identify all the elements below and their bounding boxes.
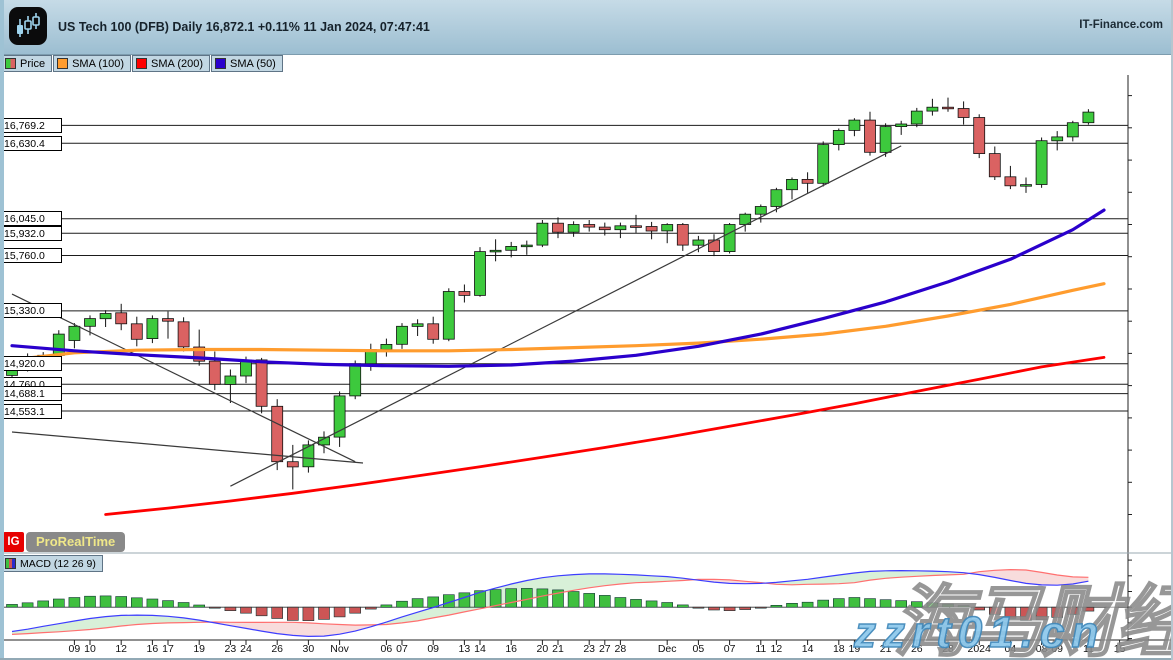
time-axis-label: 30 <box>303 643 315 655</box>
legend-chip-label: SMA (50) <box>230 58 276 70</box>
window-border-left <box>0 0 4 660</box>
time-axis-label: 11 <box>755 643 766 655</box>
price-chart-plot[interactable] <box>0 75 1128 530</box>
sma100-swatch-icon <box>57 58 68 69</box>
legend-chip-label: SMA (200) <box>151 58 203 70</box>
time-axis-label: 07 <box>724 643 736 655</box>
time-axis-label: 20 <box>537 643 549 655</box>
time-axis-label: 09 <box>69 643 81 655</box>
price-level-label: 15,760.0 <box>0 248 62 263</box>
time-axis-label: 19 <box>193 643 205 655</box>
time-axis-label: 19 <box>849 643 861 655</box>
time-axis-label: 27 <box>599 643 611 655</box>
macd-legend-label: MACD (12 26 9) <box>20 558 96 570</box>
time-axis-label: 2024 <box>968 643 991 655</box>
time-axis-label: 28 <box>615 643 627 655</box>
time-axis-label: 09 <box>1051 643 1063 655</box>
time-axis-label: Nov <box>330 643 349 655</box>
price-level-label: 14,688.1 <box>0 386 62 401</box>
time-axis-label: 21 <box>552 643 564 655</box>
time-axis-label: 17 <box>162 643 174 655</box>
price-swatch-icon <box>5 58 16 69</box>
legend-chip-label: SMA (100) <box>72 58 124 70</box>
time-axis-label: 12 <box>771 643 783 655</box>
sma50-swatch-icon <box>215 58 226 69</box>
time-axis[interactable]: 09101216171923242630Nov06070913141620212… <box>0 640 1173 659</box>
time-axis-label: 21 <box>880 643 892 655</box>
title-bar: US Tech 100 (DFB) Daily 16,872.1 +0.11% … <box>0 0 1173 55</box>
sma200-swatch-icon <box>136 58 147 69</box>
time-axis-label: 23 <box>583 643 595 655</box>
time-axis-label: 05 <box>693 643 705 655</box>
chart-window: US Tech 100 (DFB) Daily 16,872.1 +0.11% … <box>0 0 1173 660</box>
price-level-label: 16,045.0 <box>0 211 62 226</box>
time-axis-label: 14 <box>474 643 486 655</box>
time-axis-label: 24 <box>240 643 252 655</box>
time-axis-label: 26 <box>271 643 283 655</box>
time-axis-label: 09 <box>427 643 439 655</box>
legend-chip-sma200[interactable]: SMA (200) <box>132 55 210 72</box>
time-axis-label: 16 <box>147 643 159 655</box>
macd-swatch-icon <box>5 558 16 569</box>
indicator-legend: Price SMA (100) SMA (200) SMA (50) <box>1 55 284 72</box>
time-axis-label: 07 <box>396 643 408 655</box>
price-level-label: 14,920.0 <box>0 356 62 371</box>
legend-chip-label: Price <box>20 58 45 70</box>
macd-plot[interactable] <box>0 557 1128 648</box>
price-axis[interactable]: 17,00016,50016,00015,50015,00014,50014,0… <box>1128 75 1173 640</box>
time-axis-label: 16 <box>505 643 517 655</box>
time-axis-label: 23 <box>225 643 237 655</box>
legend-chip-sma50[interactable]: SMA (50) <box>211 55 283 72</box>
time-axis-label: Dec <box>658 643 677 655</box>
time-axis-label: 28 <box>942 643 954 655</box>
time-axis-label: 04 <box>1005 643 1017 655</box>
time-axis-label: 08 <box>1036 643 1048 655</box>
time-axis-label: 18 <box>833 643 845 655</box>
price-level-label: 15,932.0 <box>0 226 62 241</box>
price-level-label: 16,630.4 <box>0 136 62 151</box>
time-axis-label: 15 <box>1114 643 1126 655</box>
price-level-label: 14,553.1 <box>0 404 62 419</box>
time-axis-label: 10 <box>84 643 96 655</box>
it-finance-link[interactable]: IT-Finance.com <box>1079 0 1163 50</box>
time-axis-label: 14 <box>802 643 814 655</box>
macd-legend-chip[interactable]: MACD (12 26 9) <box>1 555 103 572</box>
time-axis-label: 13 <box>459 643 471 655</box>
ig-logo[interactable]: IG <box>3 532 24 552</box>
legend-chip-price[interactable]: Price <box>1 55 52 72</box>
price-level-label: 16,769.2 <box>0 118 62 133</box>
time-axis-label: 12 <box>115 643 127 655</box>
candlestick-logo-icon[interactable] <box>9 7 47 45</box>
time-axis-label: 26 <box>911 643 923 655</box>
branding: IG ProRealTime <box>3 531 125 552</box>
time-axis-label: 11 <box>1083 643 1094 655</box>
price-level-label: 15,330.0 <box>0 303 62 318</box>
prorealtime-logo[interactable]: ProRealTime <box>26 532 125 552</box>
time-axis-label: 06 <box>381 643 393 655</box>
candlestick-logo-glyph <box>9 7 47 45</box>
instrument-title: US Tech 100 (DFB) Daily 16,872.1 +0.11% … <box>58 0 430 54</box>
legend-chip-sma100[interactable]: SMA (100) <box>53 55 131 72</box>
